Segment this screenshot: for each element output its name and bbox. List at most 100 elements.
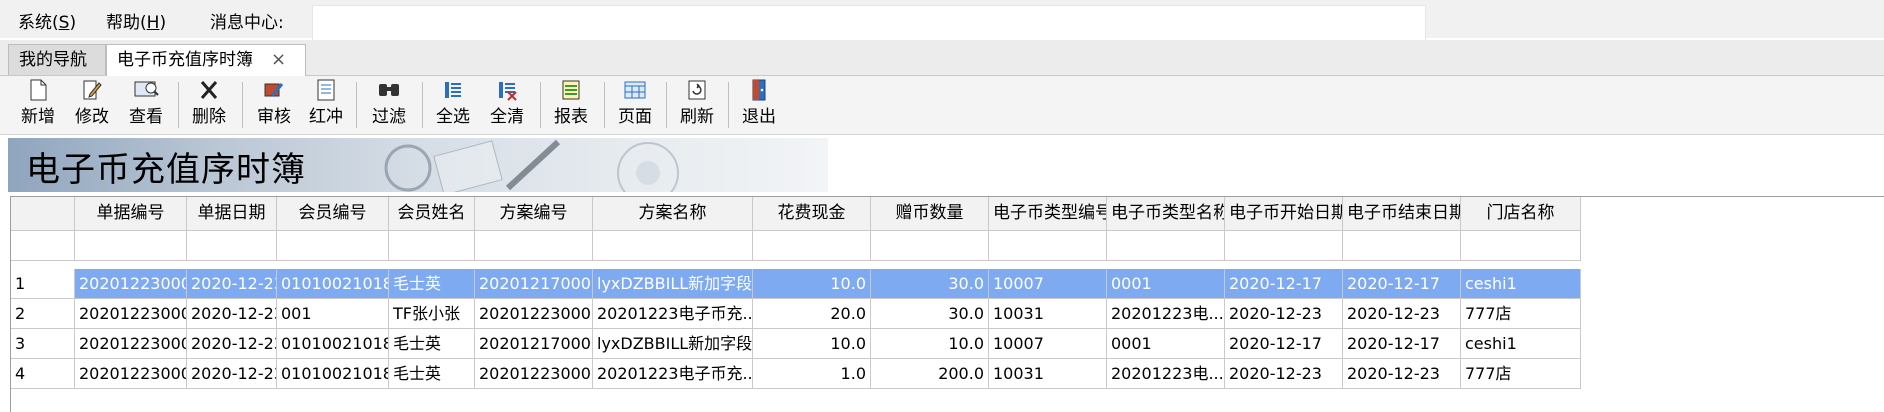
table-cell[interactable]: 2020-12-17 bbox=[1225, 269, 1343, 299]
table-cell[interactable]: 202012230003 bbox=[475, 359, 593, 389]
table-cell[interactable]: 10031 bbox=[989, 359, 1107, 389]
table-cell[interactable]: 20201223电子币充... bbox=[593, 359, 753, 389]
table-cell[interactable]: 010100210184 bbox=[277, 329, 389, 359]
table-cell[interactable]: 2020-12-23 bbox=[187, 299, 277, 329]
table-cell[interactable]: lyxDZBBILL新加字段... bbox=[593, 269, 753, 299]
table-cell[interactable]: 202012170003 bbox=[475, 269, 593, 299]
row-number[interactable]: 4 bbox=[11, 359, 75, 389]
table-cell[interactable]: ceshi1 bbox=[1461, 269, 1581, 299]
clear-all-button[interactable]: 全清 bbox=[486, 78, 528, 132]
page-button[interactable]: 页面 bbox=[614, 78, 656, 132]
table-cell[interactable]: 2020-12-23 bbox=[1225, 359, 1343, 389]
table-cell[interactable]: 20.0 bbox=[753, 299, 871, 329]
table-cell[interactable]: 20201223电子币充... bbox=[593, 299, 753, 329]
refresh-button[interactable]: 刷新 bbox=[676, 78, 718, 132]
grid-header-cell[interactable]: 会员编号 bbox=[277, 197, 389, 231]
grid-header-cell[interactable]: 方案编号 bbox=[475, 197, 593, 231]
table-cell[interactable]: 2020-12-23 bbox=[187, 359, 277, 389]
grid-filter-cell[interactable] bbox=[1343, 231, 1461, 261]
table-row[interactable]: 22020122300032020-12-23001TF张小张202012230… bbox=[11, 299, 1581, 329]
grid-filter-cell[interactable] bbox=[187, 231, 277, 261]
table-cell[interactable]: 2020-12-17 bbox=[1343, 269, 1461, 299]
table-cell[interactable]: 10007 bbox=[989, 329, 1107, 359]
grid-header-cell[interactable]: 门店名称 bbox=[1461, 197, 1581, 231]
grid-filter-cell[interactable] bbox=[475, 231, 593, 261]
table-cell[interactable]: 0001 bbox=[1107, 269, 1225, 299]
table-cell[interactable]: 010100210184 bbox=[277, 269, 389, 299]
table-cell[interactable]: 20201223电... bbox=[1107, 299, 1225, 329]
table-cell[interactable]: 2020-12-17 bbox=[1225, 329, 1343, 359]
grid-header-cell[interactable]: 方案名称 bbox=[593, 197, 753, 231]
grid-filter-cell[interactable] bbox=[989, 231, 1107, 261]
table-cell[interactable]: 毛士英 bbox=[389, 269, 475, 299]
menu-system[interactable]: 系统(S) bbox=[18, 8, 76, 33]
table-cell[interactable]: 10031 bbox=[989, 299, 1107, 329]
select-all-button[interactable]: 全选 bbox=[432, 78, 474, 132]
table-cell[interactable]: 202012170003 bbox=[475, 329, 593, 359]
table-cell[interactable]: 20201223电... bbox=[1107, 359, 1225, 389]
table-cell[interactable]: 202012230003 bbox=[75, 299, 187, 329]
table-cell[interactable]: 2020-12-23 bbox=[187, 269, 277, 299]
grid-filter-cell[interactable] bbox=[593, 231, 753, 261]
report-button[interactable]: 报表 bbox=[550, 78, 592, 132]
tab-my-navigation[interactable]: 我的导航 bbox=[8, 44, 106, 75]
tab-ecoin-recharge-journal[interactable]: 电子币充值序时簿 × bbox=[106, 44, 306, 76]
close-icon[interactable]: × bbox=[271, 49, 286, 70]
table-cell[interactable]: 2020-12-23 bbox=[1343, 299, 1461, 329]
edit-button[interactable]: 修改 bbox=[72, 78, 112, 132]
table-cell[interactable]: 010100210184 bbox=[277, 359, 389, 389]
table-cell[interactable]: 毛士英 bbox=[389, 359, 475, 389]
view-button[interactable]: 查看 bbox=[126, 78, 166, 132]
grid-filter-cell[interactable] bbox=[753, 231, 871, 261]
table-cell[interactable]: 10.0 bbox=[871, 329, 989, 359]
table-cell[interactable]: 777店 bbox=[1461, 359, 1581, 389]
table-cell[interactable]: 202012230003 bbox=[475, 299, 593, 329]
audit-button[interactable]: 审核 bbox=[254, 78, 294, 132]
grid-header-cell[interactable]: 电子币开始日期 bbox=[1225, 197, 1343, 231]
grid-filter-cell[interactable] bbox=[75, 231, 187, 261]
table-cell[interactable]: 2020-12-23 bbox=[1225, 299, 1343, 329]
table-cell[interactable]: 毛士英 bbox=[389, 329, 475, 359]
table-cell[interactable]: ceshi1 bbox=[1461, 329, 1581, 359]
grid-header-cell[interactable]: 单据编号 bbox=[75, 197, 187, 231]
red-reverse-button[interactable]: 红冲 bbox=[306, 78, 346, 132]
table-cell[interactable]: 200.0 bbox=[871, 359, 989, 389]
grid-header-cell[interactable]: 单据日期 bbox=[187, 197, 277, 231]
table-cell[interactable]: 10007 bbox=[989, 269, 1107, 299]
row-number[interactable]: 2 bbox=[11, 299, 75, 329]
delete-button[interactable]: 删除 bbox=[188, 78, 230, 132]
grid-filter-cell[interactable] bbox=[871, 231, 989, 261]
grid-header-cell[interactable]: 电子币结束日期 bbox=[1343, 197, 1461, 231]
table-cell[interactable]: 30.0 bbox=[871, 299, 989, 329]
grid-header-cell[interactable]: 电子币类型名称 bbox=[1107, 197, 1225, 231]
exit-button[interactable]: 退出 bbox=[738, 78, 780, 132]
grid-filter-cell[interactable] bbox=[1461, 231, 1581, 261]
table-cell[interactable]: 1.0 bbox=[753, 359, 871, 389]
grid-header-cell[interactable]: 花费现金 bbox=[753, 197, 871, 231]
table-cell[interactable]: 10.0 bbox=[753, 329, 871, 359]
table-cell[interactable]: 2020-12-17 bbox=[1343, 329, 1461, 359]
table-cell[interactable]: 0001 bbox=[1107, 329, 1225, 359]
table-row[interactable]: 32020122300052020-12-23010100210184毛士英20… bbox=[11, 329, 1581, 359]
table-row[interactable]: 42020122300062020-12-23010100210184毛士英20… bbox=[11, 359, 1581, 389]
new-button[interactable]: 新增 bbox=[18, 78, 58, 132]
table-cell[interactable]: 202012230001 bbox=[75, 269, 187, 299]
table-cell[interactable]: 202012230005 bbox=[75, 329, 187, 359]
table-cell[interactable]: 001 bbox=[277, 299, 389, 329]
grid-header-cell[interactable]: 电子币类型编号 bbox=[989, 197, 1107, 231]
row-number[interactable]: 1 bbox=[11, 269, 75, 299]
grid-filter-cell[interactable] bbox=[389, 231, 475, 261]
grid-header-cell[interactable]: 赠币数量 bbox=[871, 197, 989, 231]
table-cell[interactable]: TF张小张 bbox=[389, 299, 475, 329]
table-cell[interactable]: 2020-12-23 bbox=[187, 329, 277, 359]
message-center-field[interactable] bbox=[312, 5, 1426, 43]
row-number[interactable]: 3 bbox=[11, 329, 75, 359]
grid-header-cell[interactable]: 会员姓名 bbox=[389, 197, 475, 231]
table-row[interactable]: 12020122300012020-12-23010100210184毛士英20… bbox=[11, 269, 1581, 299]
table-cell[interactable]: 30.0 bbox=[871, 269, 989, 299]
grid-filter-cell[interactable] bbox=[1225, 231, 1343, 261]
table-cell[interactable]: 2020-12-23 bbox=[1343, 359, 1461, 389]
menu-help[interactable]: 帮助(H) bbox=[106, 8, 166, 33]
table-cell[interactable]: lyxDZBBILL新加字段... bbox=[593, 329, 753, 359]
grid-filter-cell[interactable] bbox=[1107, 231, 1225, 261]
